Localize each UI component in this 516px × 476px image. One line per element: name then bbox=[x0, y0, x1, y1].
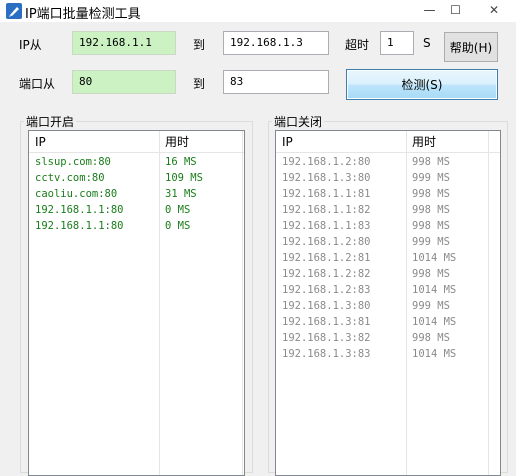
table-row[interactable]: 192.168.1.3:81 1014 MS bbox=[276, 314, 500, 330]
table-row[interactable]: 192.168.1.3:80 999 MS bbox=[276, 170, 500, 186]
time-cell: 999 MS bbox=[412, 300, 450, 312]
timeout-label: 超时 bbox=[345, 38, 370, 52]
time-cell: 0 MS bbox=[165, 204, 191, 216]
table-row[interactable]: slsup.com:80 16 MS bbox=[29, 154, 244, 170]
ip-port-cell: 192.168.1.3:80 bbox=[282, 300, 371, 312]
port-from-input[interactable]: 80 bbox=[72, 70, 176, 94]
table-row[interactable]: 192.168.1.1:82 998 MS bbox=[276, 202, 500, 218]
open-ports-title: 端口开启 bbox=[24, 113, 77, 130]
ip-port-cell: 192.168.1.3:80 bbox=[282, 172, 371, 184]
table-row[interactable]: 192.168.1.1:83 998 MS bbox=[276, 218, 500, 234]
table-row[interactable]: 192.168.1.1:80 0 MS bbox=[29, 202, 244, 218]
time-cell: 109 MS bbox=[165, 172, 203, 184]
ip-port-cell: 192.168.1.1:83 bbox=[282, 220, 371, 232]
table-row[interactable]: 192.168.1.3:80 999 MS bbox=[276, 298, 500, 314]
timeout-input[interactable]: 1 bbox=[380, 31, 414, 55]
table-row[interactable]: 192.168.1.2:80 999 MS bbox=[276, 234, 500, 250]
ip-port-cell: 192.168.1.1:81 bbox=[282, 188, 371, 200]
time-cell: 999 MS bbox=[412, 172, 450, 184]
column-header-time[interactable]: 用时 bbox=[161, 131, 189, 153]
closed-ports-list[interactable]: IP 用时 192.168.1.2:80 998 MS 192.168.1.3:80… bbox=[275, 130, 501, 476]
ip-port-cell: 192.168.1.3:81 bbox=[282, 316, 371, 328]
time-cell: 998 MS bbox=[412, 204, 450, 216]
open-ports-header: IP 用时 bbox=[29, 131, 244, 153]
title-bar: IP端口批量检测工具 — ☐ ✕ bbox=[0, 0, 516, 22]
closed-ports-title: 端口关闭 bbox=[272, 113, 325, 130]
ip-port-cell: 192.168.1.2:83 bbox=[282, 284, 371, 296]
column-header-time[interactable]: 用时 bbox=[408, 131, 436, 153]
ip-port-cell: 192.168.1.2:81 bbox=[282, 252, 371, 264]
ip-port-cell: 192.168.1.2:80 bbox=[282, 156, 371, 168]
time-cell: 31 MS bbox=[165, 188, 197, 200]
ip-port-cell: cctv.com:80 bbox=[35, 172, 105, 184]
time-cell: 998 MS bbox=[412, 156, 450, 168]
minimize-button[interactable]: — bbox=[416, 0, 443, 20]
table-row[interactable]: 192.168.1.1:80 0 MS bbox=[29, 218, 244, 234]
ip-port-cell: 192.168.1.1:80 bbox=[35, 220, 124, 232]
time-cell: 16 MS bbox=[165, 156, 197, 168]
table-row[interactable]: 192.168.1.2:81 1014 MS bbox=[276, 250, 500, 266]
closed-ports-header: IP 用时 bbox=[276, 131, 500, 153]
ip-port-cell: 192.168.1.3:83 bbox=[282, 348, 371, 360]
time-cell: 998 MS bbox=[412, 332, 450, 344]
port-to-input[interactable]: 83 bbox=[223, 70, 329, 94]
table-row[interactable]: 192.168.1.3:83 1014 MS bbox=[276, 346, 500, 362]
time-cell: 998 MS bbox=[412, 268, 450, 280]
port-to-label: 到 bbox=[193, 77, 206, 91]
pen-icon bbox=[6, 3, 22, 19]
table-row[interactable]: 192.168.1.3:82 998 MS bbox=[276, 330, 500, 346]
timeout-unit: S bbox=[423, 36, 431, 50]
ip-from-label: IP从 bbox=[19, 38, 42, 52]
closed-ports-rows: 192.168.1.2:80 998 MS 192.168.1.3:80 999 MS… bbox=[276, 154, 500, 362]
time-cell: 1014 MS bbox=[412, 316, 457, 328]
close-button[interactable]: ✕ bbox=[472, 0, 516, 20]
time-cell: 999 MS bbox=[412, 236, 450, 248]
ip-from-input[interactable]: 192.168.1.1 bbox=[72, 31, 176, 55]
help-button[interactable]: 帮助(H) bbox=[444, 32, 498, 62]
detect-button[interactable]: 检测(S) bbox=[346, 69, 498, 100]
table-row[interactable]: 192.168.1.2:83 1014 MS bbox=[276, 282, 500, 298]
ip-port-cell: caoliu.com:80 bbox=[35, 188, 118, 200]
table-row[interactable]: 192.168.1.2:82 998 MS bbox=[276, 266, 500, 282]
ip-port-cell: 192.168.1.2:82 bbox=[282, 268, 371, 280]
table-row[interactable]: caoliu.com:80 31 MS bbox=[29, 186, 244, 202]
time-cell: 998 MS bbox=[412, 188, 450, 200]
time-cell: 0 MS bbox=[165, 220, 191, 232]
table-row[interactable]: 192.168.1.1:81 998 MS bbox=[276, 186, 500, 202]
window-title: IP端口批量检测工具 bbox=[25, 7, 141, 22]
ip-to-label: 到 bbox=[193, 38, 206, 52]
time-cell: 1014 MS bbox=[412, 348, 457, 360]
port-from-label: 端口从 bbox=[19, 77, 56, 91]
ip-port-cell: 192.168.1.1:80 bbox=[35, 204, 124, 216]
table-row[interactable]: 192.168.1.2:80 998 MS bbox=[276, 154, 500, 170]
column-header-ip[interactable]: IP bbox=[278, 131, 293, 153]
column-header-ip[interactable]: IP bbox=[31, 131, 46, 153]
open-ports-rows: slsup.com:80 16 MS cctv.com:80 109 MS caoliu… bbox=[29, 154, 244, 234]
ip-port-cell: 192.168.1.1:82 bbox=[282, 204, 371, 216]
time-cell: 1014 MS bbox=[412, 284, 457, 296]
maximize-button[interactable]: ☐ bbox=[442, 0, 469, 20]
ip-port-cell: slsup.com:80 bbox=[35, 156, 111, 168]
time-cell: 998 MS bbox=[412, 220, 450, 232]
time-cell: 1014 MS bbox=[412, 252, 457, 264]
open-ports-list[interactable]: IP 用时 slsup.com:80 16 MS cctv.com:80 109 MS… bbox=[28, 130, 245, 476]
ip-to-input[interactable]: 192.168.1.3 bbox=[223, 31, 329, 55]
ip-port-cell: 192.168.1.3:82 bbox=[282, 332, 371, 344]
table-row[interactable]: cctv.com:80 109 MS bbox=[29, 170, 244, 186]
ip-port-cell: 192.168.1.2:80 bbox=[282, 236, 371, 248]
